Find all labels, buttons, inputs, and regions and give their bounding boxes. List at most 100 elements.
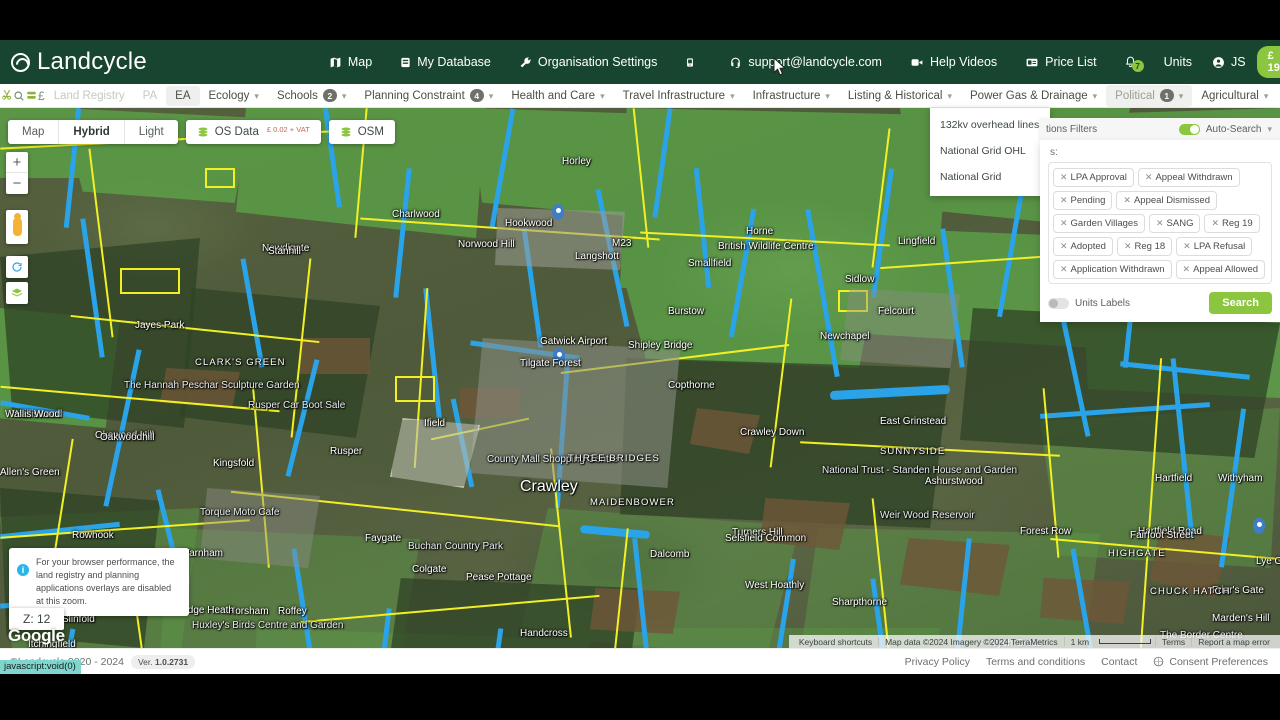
- remove-chip-icon[interactable]: ✕: [1145, 172, 1153, 183]
- terms-link[interactable]: Terms: [1156, 637, 1191, 647]
- toolbar-planning-constraint[interactable]: Planning Constraint 4 ▾: [355, 84, 502, 108]
- toolbar-listing-historical[interactable]: Listing & Historical ▾: [839, 84, 961, 108]
- zoom-in-button[interactable]: +: [6, 152, 28, 173]
- terms-conditions-link[interactable]: Terms and conditions: [986, 656, 1085, 668]
- remove-chip-icon[interactable]: ✕: [1060, 218, 1068, 229]
- remove-chip-icon[interactable]: ✕: [1124, 241, 1132, 252]
- remove-chip-icon[interactable]: ✕: [1123, 195, 1131, 206]
- osm-button[interactable]: OSM: [328, 120, 395, 144]
- chevron-down-icon[interactable]: ▾: [1267, 124, 1272, 135]
- privacy-policy-link[interactable]: Privacy Policy: [905, 656, 970, 668]
- remove-chip-icon[interactable]: ✕: [1156, 218, 1164, 229]
- os-data-button[interactable]: OS Data £ 0.02 + VAT: [185, 120, 321, 144]
- toolbar-pa[interactable]: PA: [134, 84, 167, 108]
- account-balance-button[interactable]: £ 191.88: [1256, 46, 1280, 78]
- remove-chip-icon[interactable]: ✕: [1183, 241, 1191, 252]
- remove-chip-icon[interactable]: ✕: [1060, 264, 1068, 275]
- layers-icon[interactable]: [25, 84, 38, 108]
- filter-chip[interactable]: ✕ LPA Approval: [1053, 168, 1134, 187]
- nav-item-price-list[interactable]: Price List: [1011, 40, 1110, 84]
- filter-chip[interactable]: ✕ Reg 18: [1116, 237, 1173, 256]
- nav-item-map[interactable]: Map: [315, 40, 386, 84]
- refresh-map-button[interactable]: [6, 256, 28, 278]
- dropdown-item-national-grid-ohl[interactable]: National Grid OHL: [930, 138, 1050, 164]
- units-labels-label: Units Labels: [1075, 297, 1131, 309]
- toolbar-ea[interactable]: EA: [166, 85, 200, 106]
- basemap-option-hybrid[interactable]: Hybrid: [59, 120, 125, 144]
- brand-name: Landcycle: [37, 48, 147, 75]
- filter-chip[interactable]: ✕ SANG: [1148, 214, 1201, 233]
- filter-chip[interactable]: ✕ Appeal Dismissed: [1116, 191, 1218, 210]
- chevron-down-icon: ▾: [254, 90, 259, 101]
- user-avatar-icon: [1213, 56, 1224, 68]
- zoom-out-button[interactable]: −: [6, 173, 28, 194]
- toolbar-travel-infrastructure[interactable]: Travel Infrastructure ▾: [614, 84, 744, 108]
- pegman-icon: [12, 213, 22, 236]
- toolbar-label: Listing & Historical: [847, 89, 943, 102]
- user-menu[interactable]: JS: [1206, 55, 1246, 69]
- filter-chip[interactable]: ✕ LPA Refusal: [1176, 237, 1253, 256]
- units-link[interactable]: Units: [1152, 55, 1204, 69]
- primary-nav: Map My Database Organisation Settings su…: [315, 40, 1111, 84]
- notifications-button[interactable]: 7: [1111, 55, 1150, 72]
- filter-chip[interactable]: ✕ Garden Villages: [1053, 214, 1145, 233]
- contact-link[interactable]: Contact: [1101, 656, 1137, 668]
- toolbar-infrastructure[interactable]: Infrastructure ▾: [744, 84, 839, 108]
- street-view-pegman[interactable]: [6, 210, 28, 244]
- remove-chip-icon[interactable]: ✕: [1183, 264, 1191, 275]
- auto-search-toggle[interactable]: [1178, 123, 1200, 135]
- nav-item-mobile-app[interactable]: [671, 40, 715, 84]
- filter-chip[interactable]: ✕ Application Withdrawn: [1053, 260, 1172, 279]
- field-patch: [300, 338, 370, 374]
- nav-item-support-email[interactable]: support@landcycle.com: [715, 40, 896, 84]
- search-icon[interactable]: [13, 84, 25, 108]
- scale-bar: [1099, 639, 1152, 644]
- remove-chip-icon[interactable]: ✕: [1060, 172, 1068, 183]
- map-layers-button[interactable]: [6, 282, 28, 304]
- filter-chip[interactable]: ✕ Adopted: [1053, 237, 1113, 256]
- toolbar-ecology[interactable]: Ecology ▾: [200, 84, 268, 108]
- filter-chip-label: Garden Villages: [1070, 218, 1138, 229]
- nav-item-organisation-settings[interactable]: Organisation Settings: [505, 40, 672, 84]
- map-icon: [329, 56, 342, 69]
- urban-area-horsham: [200, 488, 320, 568]
- brand-logo[interactable]: Landcycle: [11, 48, 147, 76]
- toolbar-label: Travel Infrastructure: [622, 89, 726, 102]
- basemap-option-map[interactable]: Map: [8, 120, 60, 144]
- toolbar-agricultural[interactable]: Agricultural ▾: [1192, 84, 1277, 108]
- keyboard-shortcuts-link[interactable]: Keyboard shortcuts: [793, 637, 878, 647]
- consent-preferences-link[interactable]: Consent Preferences: [1153, 656, 1268, 668]
- notification-badge: 7: [1131, 60, 1144, 72]
- mouse-cursor: [773, 57, 786, 76]
- search-button[interactable]: Search: [1209, 292, 1272, 314]
- toolbar-land-registry[interactable]: Land Registry: [45, 84, 134, 108]
- nav-item-help-videos[interactable]: Help Videos: [896, 40, 1011, 84]
- zoom-warning-text: For your browser performance, the land r…: [36, 557, 175, 607]
- boundary-parcel: [205, 168, 235, 188]
- zoom-warning-toast: i For your browser performance, the land…: [9, 548, 189, 617]
- pound-icon[interactable]: £: [38, 84, 45, 108]
- remove-chip-icon[interactable]: ✕: [1060, 195, 1068, 206]
- woodland-patch: [960, 308, 1280, 458]
- remove-chip-icon[interactable]: ✕: [1060, 241, 1068, 252]
- toolbar-political[interactable]: Political 1 ▾: [1106, 84, 1193, 107]
- toolbar-power-gas-drainage[interactable]: Power Gas & Drainage ▾: [961, 84, 1106, 108]
- toolbar-schools[interactable]: Schools 2 ▾: [268, 84, 355, 108]
- remove-chip-icon[interactable]: ✕: [1211, 218, 1219, 229]
- app-header: Landcycle Map My Database Organisation S…: [0, 40, 1280, 84]
- basemap-option-light[interactable]: Light: [125, 120, 178, 144]
- units-labels-toggle[interactable]: [1048, 297, 1069, 309]
- dropdown-item-national-grid[interactable]: National Grid: [930, 164, 1050, 190]
- database-icon: [400, 56, 411, 69]
- layers-icon: [197, 126, 209, 138]
- filter-chip[interactable]: ✕ Appeal Allowed: [1175, 260, 1266, 279]
- filter-chip[interactable]: ✕ Appeal Withdrawn: [1137, 168, 1240, 187]
- nav-item-my-database[interactable]: My Database: [386, 40, 505, 84]
- filter-chip[interactable]: ✕ Reg 19: [1204, 214, 1260, 233]
- filter-chip[interactable]: ✕ Pending: [1053, 191, 1113, 210]
- scissors-icon[interactable]: [0, 84, 13, 108]
- video-icon: [910, 56, 924, 69]
- toolbar-health-and-care[interactable]: Health and Care ▾: [502, 84, 613, 108]
- report-map-error-link[interactable]: Report a map error: [1192, 637, 1276, 647]
- dropdown-item-132kv[interactable]: 132kv overhead lines: [930, 112, 1050, 138]
